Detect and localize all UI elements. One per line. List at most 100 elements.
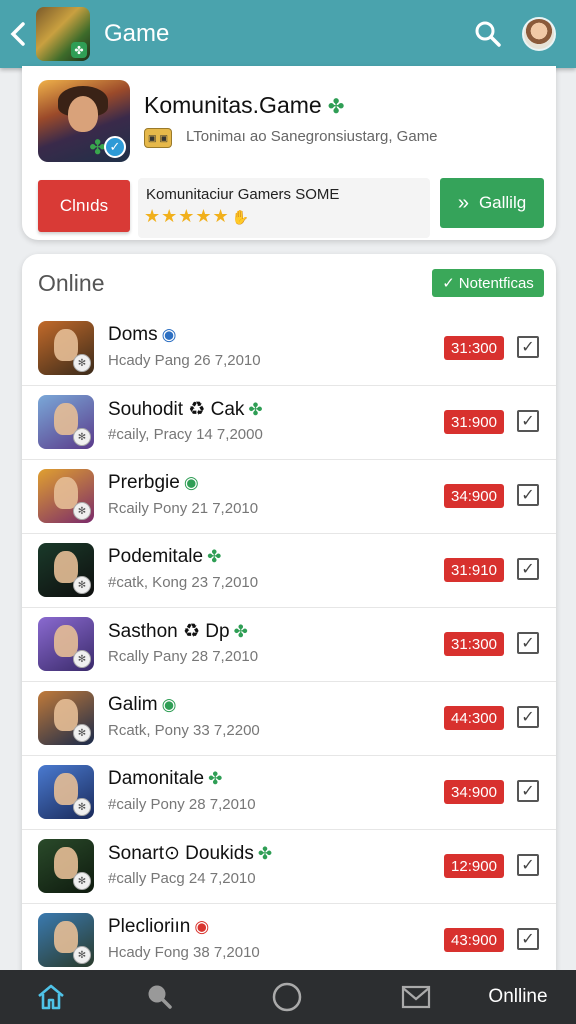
gallery-button[interactable]: » Gallilg xyxy=(440,178,544,228)
price-badge: 31:910 xyxy=(444,558,504,582)
player-name: Galim ◉ xyxy=(108,694,177,715)
list-item[interactable]: ✻ Souhodit ♻ Cak ✤ #caily, Pracy 14 7,200… xyxy=(22,386,556,460)
status-icon: ◉ xyxy=(183,473,199,492)
checkbox[interactable]: ✓ xyxy=(517,780,539,802)
page-title: Game xyxy=(104,20,170,47)
price-badge: 34:900 xyxy=(444,780,504,804)
checkbox[interactable]: ✓ xyxy=(517,336,539,358)
game-subtitle: LTonimaı ao Sanegronsiustarg, Game xyxy=(186,128,438,145)
player-meta: Rcatk, Pony 33 7,2200 xyxy=(108,722,260,739)
rating-stars-icon: ★★★★★ ✋ xyxy=(144,206,251,226)
player-name: Prerbgie ◉ xyxy=(108,472,199,493)
featured-game-card: ✤ ✓ Komunitas.Game ✤ ▣ ▣ LTonimaı ao Saneg… xyxy=(22,66,556,240)
player-meta: Rcaily Pony 21 7,2010 xyxy=(108,500,259,517)
checkbox[interactable]: ✓ xyxy=(517,706,539,728)
price-badge: 31:300 xyxy=(444,632,504,656)
app-bar: ✤ Game xyxy=(0,0,576,68)
search-icon[interactable] xyxy=(140,970,180,1024)
list-item[interactable]: ✻ Sasthon ♻ Dp ✤ Rcally Pany 28 7,2010 31… xyxy=(22,608,556,682)
gear-icon: ✻ xyxy=(73,576,91,594)
list-item[interactable]: ✻ Galim ◉ Rcatk, Pony 33 7,2200 44:300 ✓ xyxy=(22,682,556,756)
checkbox[interactable]: ✓ xyxy=(517,484,539,506)
player-name: Sonart⊙ Doukids ✤ xyxy=(108,843,273,864)
clover-icon: ✤ xyxy=(71,42,87,58)
price-badge: 12:900 xyxy=(444,854,504,878)
mail-icon[interactable] xyxy=(396,970,436,1024)
list-item[interactable]: ✻ Prerbgie ◉ Rcaily Pony 21 7,2010 34:900… xyxy=(22,460,556,534)
list-item[interactable]: ✻ Damonitale ✤ #caily Pony 28 7,2010 34:9… xyxy=(22,756,556,830)
gear-icon: ✻ xyxy=(73,798,91,816)
status-icon: ✤ xyxy=(207,547,222,566)
status-icon: ◉ xyxy=(194,917,210,936)
gear-icon: ✻ xyxy=(73,724,91,742)
player-name: Sasthon ♻ Dp ✤ xyxy=(108,621,248,642)
verified-icon: ✓ xyxy=(104,136,126,158)
player-name: Souhodit ♻ Cak ✤ xyxy=(108,399,263,420)
gear-icon: ✻ xyxy=(73,650,91,668)
game-avatar[interactable]: ✻ xyxy=(38,913,94,967)
online-panel: Online ✓ Notentficas ✻ Doms ◉ Hcady Pang … xyxy=(22,254,556,1014)
game-avatar[interactable]: ✻ xyxy=(38,321,94,375)
game-avatar[interactable]: ✻ xyxy=(38,839,94,893)
game-thumbnail[interactable]: ✤ xyxy=(36,7,90,61)
checkbox[interactable]: ✓ xyxy=(517,928,539,950)
avatar[interactable] xyxy=(522,17,556,51)
checkbox[interactable]: ✓ xyxy=(517,854,539,876)
checkbox[interactable]: ✓ xyxy=(517,410,539,432)
gallery-button-label: Gallilg xyxy=(478,193,527,212)
checkbox[interactable]: ✓ xyxy=(517,632,539,654)
home-icon[interactable] xyxy=(28,970,74,1024)
nav-online-label: Onlline xyxy=(488,986,548,1007)
game-avatar[interactable]: ✻ xyxy=(38,691,94,745)
game-avatar[interactable]: ✻ xyxy=(38,543,94,597)
status-icon: ✤ xyxy=(257,844,273,863)
price-badge: 34:900 xyxy=(444,484,504,508)
price-badge: 31:900 xyxy=(444,410,504,434)
chevron-left-icon[interactable] xyxy=(0,0,36,68)
info-strip: Komunitaciur Gamers SOME ★★★★★ ✋ xyxy=(138,178,430,238)
list-item[interactable]: ✻ Pleclioriın ◉ Hcady Fong 38 7,2010 43:9… xyxy=(22,904,556,978)
player-name: Doms ◉ xyxy=(108,324,177,345)
player-meta: #caily, Pracy 14 7,2000 xyxy=(108,426,263,443)
status-icon: ◉ xyxy=(161,325,177,344)
notifications-button-label: Notentficas xyxy=(458,274,534,292)
search-icon[interactable] xyxy=(468,14,508,54)
player-meta: Rcally Pany 28 7,2010 xyxy=(108,648,259,665)
gear-icon: ✻ xyxy=(73,428,91,446)
list-item[interactable]: ✻ Podemitale ✤ #catk, Kong 23 7,2010 31:9… xyxy=(22,534,556,608)
status-icon: ✤ xyxy=(248,400,263,419)
player-meta: #catk, Kong 23 7,2010 xyxy=(108,574,259,591)
player-name: Podemitale ✤ xyxy=(108,546,222,567)
player-meta: Hcady Fong 38 7,2010 xyxy=(108,944,260,961)
player-name: Damonitale ✤ xyxy=(108,768,223,789)
red-action-button[interactable]: Clnıds xyxy=(38,180,130,232)
checkbox[interactable]: ✓ xyxy=(517,558,539,580)
game-avatar[interactable]: ✻ xyxy=(38,617,94,671)
game-avatar[interactable]: ✻ xyxy=(38,469,94,523)
gear-icon: ✻ xyxy=(73,354,91,372)
game-cover-image[interactable]: ✤ ✓ xyxy=(38,80,130,162)
game-avatar[interactable]: ✻ xyxy=(38,395,94,449)
list-item[interactable]: ✻ Sonart⊙ Doukids ✤ #cally Pacg 24 7,2010… xyxy=(22,830,556,904)
price-badge: 31:300 xyxy=(444,336,504,360)
check-icon: ✓ xyxy=(442,275,455,292)
nav-online[interactable]: Onlline xyxy=(478,970,558,1024)
game-avatar[interactable]: ✻ xyxy=(38,765,94,819)
gear-icon: ✻ xyxy=(73,872,91,890)
section-title: Online xyxy=(38,270,105,296)
controller-icon: ▣ ▣ xyxy=(144,128,172,148)
status-icon: ◉ xyxy=(161,695,177,714)
clover-icon: ✤ xyxy=(327,96,345,118)
info-text: Komunitaciur Gamers SOME xyxy=(146,186,340,203)
circle-icon[interactable] xyxy=(266,970,308,1024)
gear-icon: ✻ xyxy=(73,502,91,520)
double-chevron-icon: » xyxy=(457,191,469,214)
status-icon: ✤ xyxy=(233,622,248,641)
status-icon: ✤ xyxy=(208,769,223,788)
player-meta: Hcady Pang 26 7,2010 xyxy=(108,352,261,369)
player-meta: #caily Pony 28 7,2010 xyxy=(108,796,256,813)
list-item[interactable]: ✻ Doms ◉ Hcady Pang 26 7,2010 31:300 ✓ xyxy=(22,312,556,386)
gear-icon: ✻ xyxy=(73,946,91,964)
notifications-button[interactable]: ✓ Notentficas xyxy=(432,269,544,297)
player-name: Pleclioriın ◉ xyxy=(108,916,210,937)
